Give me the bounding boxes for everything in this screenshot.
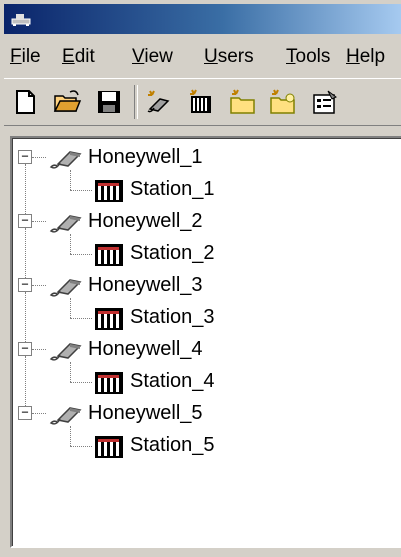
tree-connector: [70, 298, 71, 318]
tree-item-device[interactable]: Honeywell_5: [88, 402, 203, 425]
device-icon: [48, 272, 82, 300]
tree-item-device[interactable]: Honeywell_3: [88, 274, 203, 297]
device-tree[interactable]: − Honeywell_1 Station_1 − Honeywell_2 Station…: [10, 136, 401, 548]
menu-bar: File Edit View Users Tools Help: [4, 36, 401, 76]
add-station-icon[interactable]: [186, 87, 216, 117]
tree-connector: [70, 170, 71, 190]
tree-item-device[interactable]: Honeywell_1: [88, 146, 203, 169]
station-icon: [92, 304, 126, 332]
tree-collapse-toggle[interactable]: −: [18, 406, 32, 420]
properties-icon[interactable]: [310, 87, 340, 117]
tree-connector: [70, 446, 92, 447]
tree-connector: [32, 221, 46, 222]
tree-connector: [25, 356, 26, 412]
tree-connector: [70, 254, 92, 255]
open-folder-icon[interactable]: [52, 87, 82, 117]
menu-help[interactable]: Help: [346, 46, 385, 68]
tree-item-station[interactable]: Station_2: [130, 242, 215, 265]
new-file-icon[interactable]: [10, 87, 40, 117]
new-group-icon[interactable]: [228, 87, 258, 117]
tree-item-station[interactable]: Station_4: [130, 370, 215, 393]
station-icon: [92, 240, 126, 268]
menu-file[interactable]: File: [10, 46, 41, 68]
app-icon: [11, 14, 31, 26]
tree-collapse-toggle[interactable]: −: [18, 150, 32, 164]
station-icon: [92, 176, 126, 204]
device-icon: [48, 400, 82, 428]
tree-connector: [70, 426, 71, 446]
add-device-icon[interactable]: [144, 87, 174, 117]
station-icon: [92, 368, 126, 396]
tree-collapse-toggle[interactable]: −: [18, 278, 32, 292]
tree-connector: [70, 362, 71, 382]
tree-collapse-toggle[interactable]: −: [18, 214, 32, 228]
device-icon: [48, 336, 82, 364]
tree-connector: [25, 292, 26, 348]
title-bar[interactable]: [4, 4, 401, 34]
tree-item-station[interactable]: Station_1: [130, 178, 215, 201]
menu-users[interactable]: Users: [204, 46, 254, 68]
device-icon: [48, 144, 82, 172]
tree-connector: [70, 382, 92, 383]
tree-connector: [25, 164, 26, 220]
menu-edit[interactable]: Edit: [62, 46, 95, 68]
open-group-icon[interactable]: [268, 87, 298, 117]
tree-item-station[interactable]: Station_5: [130, 434, 215, 457]
toolbar: [4, 78, 401, 126]
tree-connector: [32, 413, 46, 414]
tree-connector: [32, 285, 46, 286]
station-icon: [92, 432, 126, 460]
tree-collapse-toggle[interactable]: −: [18, 342, 32, 356]
tree-connector: [70, 318, 92, 319]
tree-connector: [70, 234, 71, 254]
tree-connector: [32, 349, 46, 350]
menu-tools[interactable]: Tools: [286, 46, 330, 68]
tree-item-device[interactable]: Honeywell_2: [88, 210, 203, 233]
save-disk-icon[interactable]: [94, 87, 124, 117]
menu-view[interactable]: View: [132, 46, 173, 68]
toolbar-separator: [134, 85, 138, 119]
tree-item-device[interactable]: Honeywell_4: [88, 338, 203, 361]
device-icon: [48, 208, 82, 236]
tree-connector: [32, 157, 46, 158]
application-window: File Edit View Users Tools Help − Honeyw…: [0, 0, 401, 557]
tree-item-station[interactable]: Station_3: [130, 306, 215, 329]
tree-connector: [70, 190, 92, 191]
tree-connector: [25, 228, 26, 284]
